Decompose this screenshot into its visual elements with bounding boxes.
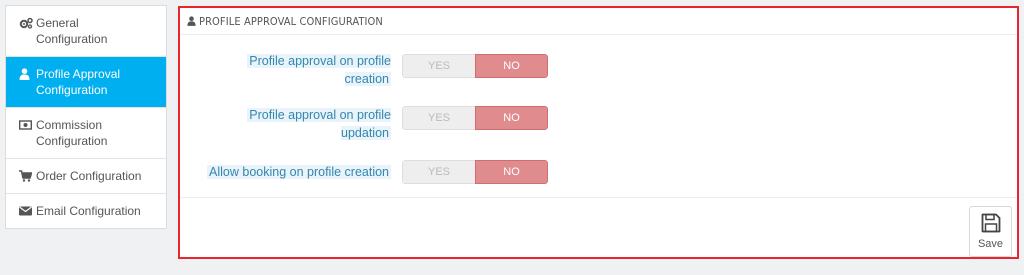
sidebar-item-email-configuration[interactable]: Email Configuration bbox=[6, 194, 166, 228]
money-icon bbox=[19, 117, 34, 133]
save-button[interactable]: Save bbox=[969, 206, 1012, 257]
profile-approval-creation-switch: YES NO bbox=[402, 54, 548, 78]
yes-option[interactable]: YES bbox=[402, 106, 475, 130]
field-label: Profile approval on profile updation bbox=[247, 108, 391, 140]
sidebar-item-label: Profile Approval Configuration bbox=[36, 67, 121, 97]
sidebar-item-label: Email Configuration bbox=[36, 204, 141, 218]
user-icon bbox=[19, 66, 34, 82]
no-option[interactable]: NO bbox=[475, 106, 548, 130]
gears-icon bbox=[19, 15, 34, 31]
floppy-disk-icon bbox=[981, 213, 1001, 236]
allow-booking-creation-switch: YES NO bbox=[402, 160, 548, 184]
panel-footer bbox=[180, 197, 1017, 198]
sidebar-item-commission-configuration[interactable]: Commission Configuration bbox=[6, 108, 166, 159]
envelope-icon bbox=[19, 203, 34, 219]
sidebar-item-label: Order Configuration bbox=[36, 169, 142, 183]
user-icon bbox=[187, 16, 196, 26]
sidebar-item-profile-approval-configuration[interactable]: Profile Approval Configuration bbox=[6, 57, 166, 108]
panel-heading: PROFILE APPROVAL CONFIGURATION bbox=[180, 8, 1017, 35]
yes-option[interactable]: YES bbox=[402, 160, 475, 184]
save-label: Save bbox=[977, 238, 1004, 250]
profile-approval-panel: PROFILE APPROVAL CONFIGURATION Profile a… bbox=[178, 6, 1019, 259]
cart-icon bbox=[19, 168, 34, 184]
field-label: Profile approval on profile creation bbox=[247, 54, 391, 86]
sidebar-menu: General Configuration Profile Approval C… bbox=[5, 5, 167, 229]
sidebar-item-general-configuration[interactable]: General Configuration bbox=[6, 6, 166, 57]
no-option[interactable]: NO bbox=[475, 160, 548, 184]
sidebar-item-order-configuration[interactable]: Order Configuration bbox=[6, 159, 166, 194]
sidebar-item-label: Commission Configuration bbox=[36, 118, 108, 148]
sidebar-item-label: General Configuration bbox=[36, 16, 108, 46]
panel-title: PROFILE APPROVAL CONFIGURATION bbox=[199, 14, 383, 28]
no-option[interactable]: NO bbox=[475, 54, 548, 78]
yes-option[interactable]: YES bbox=[402, 54, 475, 78]
profile-approval-updation-switch: YES NO bbox=[402, 106, 548, 130]
field-label: Allow booking on profile creation bbox=[207, 165, 391, 179]
